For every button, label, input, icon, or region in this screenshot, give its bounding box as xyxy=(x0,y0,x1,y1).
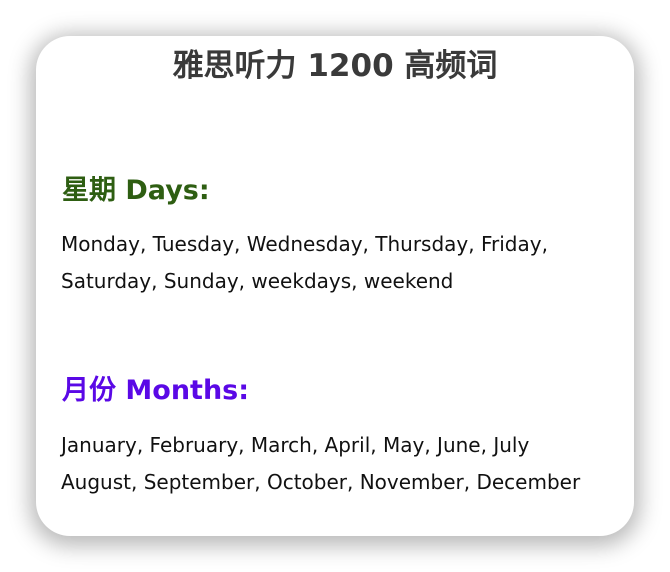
page-title: 雅思听力 1200 高频词 xyxy=(172,48,498,84)
days-word-list: Monday, Tuesday, Wednesday, Thursday, Fr… xyxy=(61,226,621,300)
days-heading: 星期 Days: xyxy=(62,175,210,206)
months-heading: 月份 Months: xyxy=(62,375,250,406)
months-word-list: January, February, March, April, May, Ju… xyxy=(61,427,621,501)
months-line-2: August, September, October, November, De… xyxy=(61,470,581,494)
days-line-2: Saturday, Sunday, weekdays, weekend xyxy=(61,269,454,293)
months-line-1: January, February, March, April, May, Ju… xyxy=(61,433,530,457)
vocabulary-card: 雅思听力 1200 高频词 星期 Days: Monday, Tuesday, … xyxy=(36,36,634,536)
days-line-1: Monday, Tuesday, Wednesday, Thursday, Fr… xyxy=(61,232,548,256)
